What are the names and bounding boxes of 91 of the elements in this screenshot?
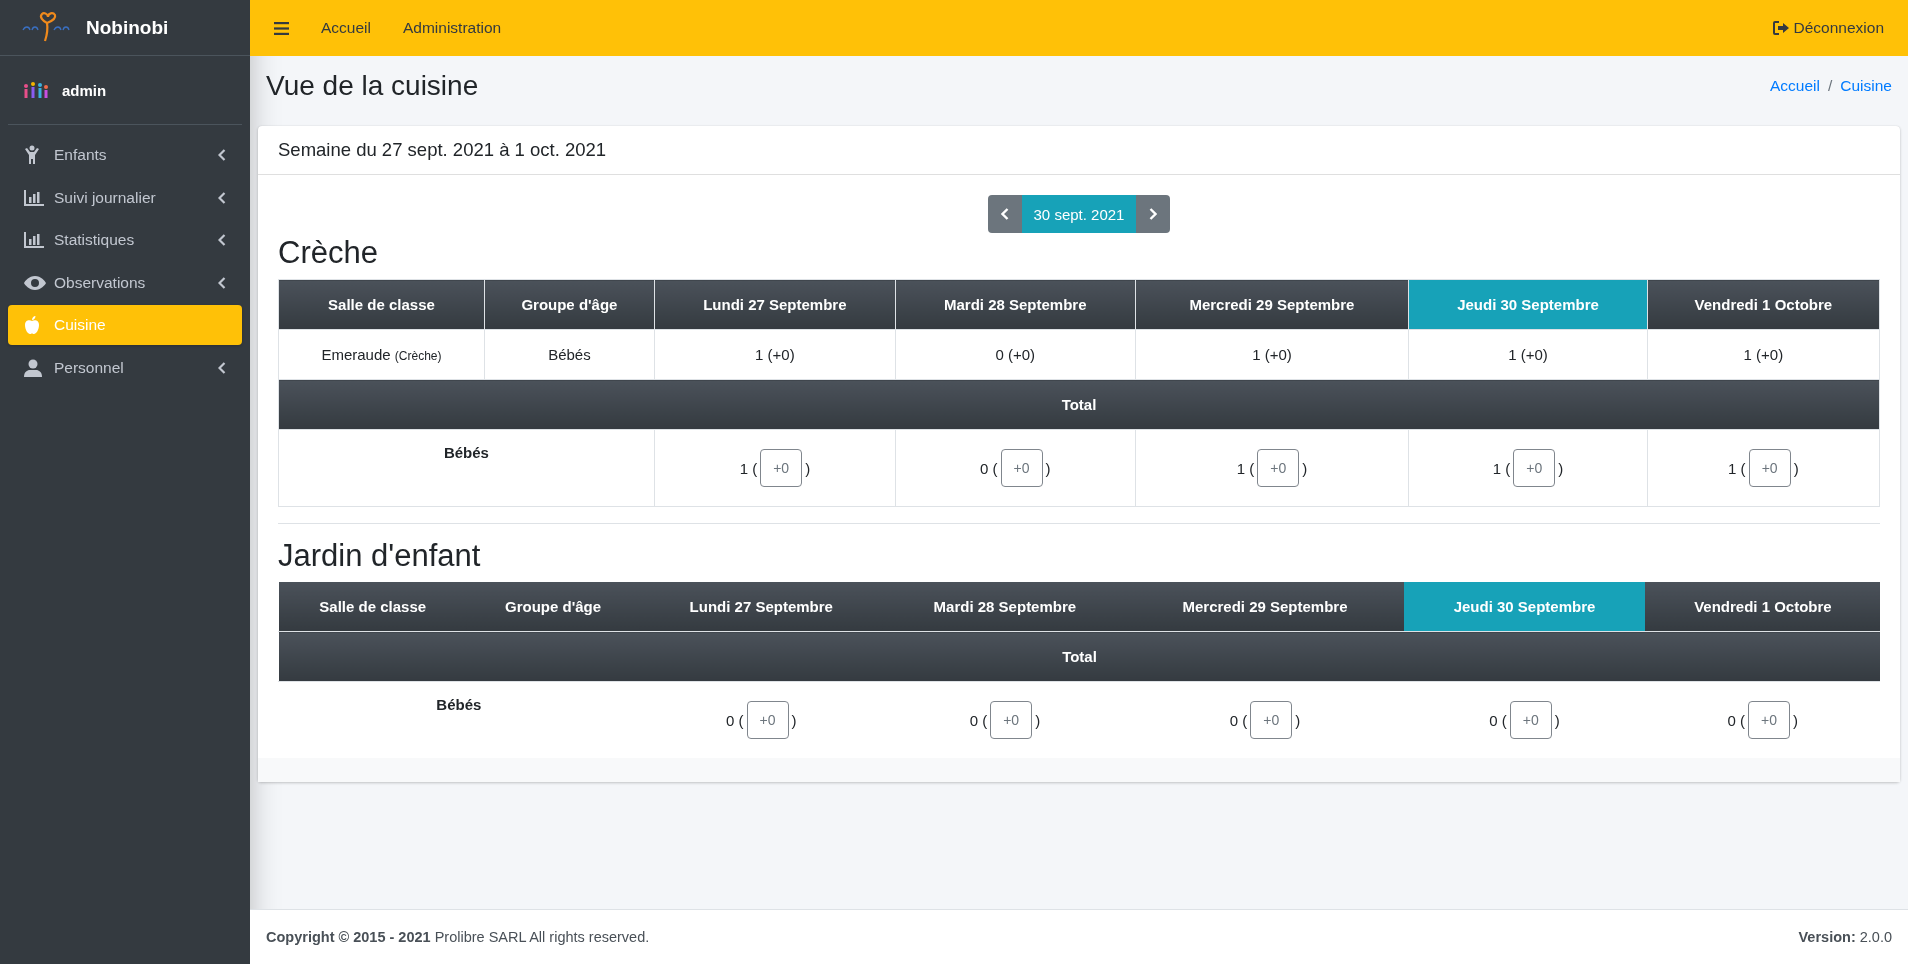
- adjust-input[interactable]: +0: [1748, 449, 1791, 487]
- sidebar-item[interactable]: Observations: [8, 262, 242, 303]
- column-header: Vendredi 1 Octobre: [1645, 582, 1880, 632]
- total-count: 1 (: [739, 459, 758, 477]
- column-header: Groupe d'âge: [466, 582, 640, 632]
- adjust-input[interactable]: +0: [1000, 449, 1043, 487]
- chevron-left-icon: [218, 361, 226, 374]
- sidebar-item[interactable]: Statistiques: [8, 220, 242, 260]
- total-count: 1 (: [1728, 459, 1746, 477]
- user-name[interactable]: admin: [62, 81, 107, 99]
- chevron-left-icon: [218, 191, 226, 204]
- breadcrumb-link[interactable]: Accueil: [1770, 77, 1820, 94]
- column-header: Groupe d'âge: [484, 279, 655, 330]
- closing-paren: ): [1045, 459, 1051, 477]
- table-cell: 0 (+0): [895, 329, 1136, 380]
- total-count: 0 (: [1727, 711, 1745, 729]
- table-cell: Bébés: [484, 329, 655, 380]
- sign-out-icon: [1772, 21, 1789, 35]
- column-header: Vendredi 1 Octobre: [1647, 279, 1880, 330]
- total-count: 0 (: [726, 711, 744, 729]
- total-count: 0 (: [1489, 711, 1507, 729]
- bar-chart-icon: [24, 189, 44, 206]
- copyright-text: Copyright © 2015 - 2021 Prolibre SARL All rights reserved.: [266, 929, 650, 945]
- version-text: Version: 2.0.0: [1798, 929, 1892, 945]
- people-icon: [22, 80, 50, 100]
- user-icon: [24, 358, 42, 377]
- chevron-left-icon: [218, 234, 226, 246]
- nav-link[interactable]: Administration: [386, 11, 518, 45]
- column-header: Lundi 27 Septembre: [639, 582, 884, 632]
- closing-paren: ): [1302, 459, 1308, 477]
- column-header: Jeudi 30 Septembre: [1403, 582, 1646, 632]
- table-cell: 1 (+0): [654, 329, 896, 380]
- total-count: 1 (: [1236, 459, 1255, 477]
- total-count: 0 (: [969, 711, 988, 729]
- breadcrumb-link[interactable]: Cuisine: [1840, 77, 1892, 94]
- sidebar-item[interactable]: Personnel: [8, 347, 242, 388]
- eye-icon: [24, 275, 46, 290]
- group-label: Bébés: [436, 696, 482, 713]
- total-header: Total: [278, 631, 1880, 682]
- adjust-input[interactable]: +0: [1250, 701, 1293, 739]
- table-cell: Emeraude (Crèche): [278, 329, 485, 380]
- child-icon: [24, 145, 40, 165]
- column-header: Mardi 28 Septembre: [895, 279, 1136, 330]
- sidebar-item[interactable]: Suivi journalier: [8, 177, 242, 218]
- previous-day-button[interactable]: [987, 195, 1022, 233]
- section-title: Crèche: [278, 235, 379, 271]
- column-header: Salle de classe: [278, 582, 467, 632]
- total-count: 0 (: [1229, 711, 1248, 729]
- column-header: Mardi 28 Septembre: [883, 582, 1127, 632]
- chevron-left-icon: [1000, 208, 1009, 220]
- chevron-left-icon: [218, 149, 226, 161]
- column-header: Mercredi 29 Septembre: [1135, 279, 1409, 330]
- column-header: Jeudi 30 Septembre: [1408, 279, 1648, 330]
- group-label: Bébés: [443, 444, 489, 461]
- column-header: Lundi 27 Septembre: [654, 279, 896, 330]
- closing-paren: ): [1035, 711, 1041, 729]
- adjust-input[interactable]: +0: [760, 449, 803, 487]
- adjust-input[interactable]: +0: [746, 701, 789, 739]
- adjust-input[interactable]: +0: [1747, 701, 1790, 739]
- closing-paren: ): [1792, 711, 1798, 729]
- adjust-input[interactable]: +0: [990, 701, 1033, 739]
- total-count: 1 (: [1492, 459, 1511, 477]
- column-header: Mercredi 29 Septembre: [1126, 582, 1404, 632]
- closing-paren: ): [1554, 711, 1560, 729]
- adjust-input[interactable]: +0: [1257, 449, 1300, 487]
- total-count: 0 (: [980, 459, 998, 477]
- adjust-input[interactable]: +0: [1509, 701, 1552, 739]
- sidebar-item[interactable]: Enfants: [8, 135, 242, 175]
- chevron-right-icon: [1149, 208, 1158, 220]
- closing-paren: ): [1295, 711, 1301, 729]
- closing-paren: ): [1558, 459, 1564, 477]
- total-header: Total: [278, 379, 1880, 430]
- bar-chart-icon: [24, 232, 44, 248]
- brand-name[interactable]: Nobinobi: [86, 16, 169, 39]
- closing-paren: ): [805, 459, 811, 477]
- chevron-left-icon: [218, 276, 226, 289]
- nav-link[interactable]: Accueil: [305, 11, 387, 45]
- apple-icon: [24, 316, 40, 334]
- next-day-button[interactable]: [1136, 195, 1171, 233]
- breadcrumb-separator: /: [1827, 77, 1834, 94]
- closing-paren: ): [791, 711, 797, 729]
- logout-link[interactable]: Déconnexion: [1762, 11, 1894, 45]
- closing-paren: ): [1793, 459, 1799, 477]
- menu-icon: [274, 21, 289, 35]
- column-header: Salle de classe: [278, 279, 485, 330]
- table-cell: 1 (+0): [1647, 329, 1880, 380]
- section-title: Jardin d'enfant: [278, 538, 482, 574]
- page-title: Vue de la cuisine: [266, 70, 479, 102]
- table-cell: 1 (+0): [1408, 329, 1648, 380]
- table-cell: 1 (+0): [1135, 329, 1409, 380]
- adjust-input[interactable]: +0: [1513, 449, 1556, 487]
